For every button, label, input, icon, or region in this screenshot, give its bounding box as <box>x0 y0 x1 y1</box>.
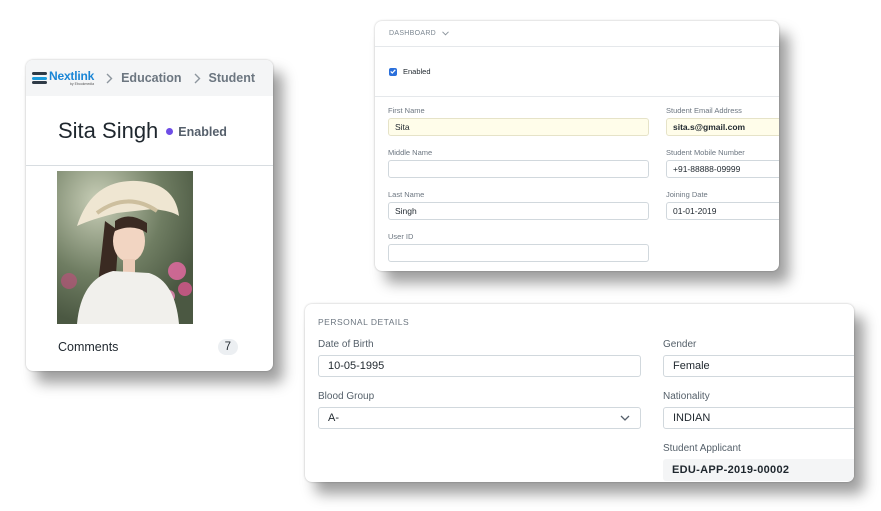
chevron-down-icon <box>442 31 449 36</box>
email-group: Student Email Address sita.s@gmail.com <box>666 106 779 136</box>
gender-group: Gender Female <box>663 339 854 377</box>
dob-value: 10-05-1995 <box>328 360 385 372</box>
email-field[interactable]: sita.s@gmail.com <box>666 118 779 136</box>
gender-select[interactable]: Female <box>663 355 854 377</box>
student-form-card: DASHBOARD Enabled First Name Sita Middle… <box>375 21 779 271</box>
blood-group-group: Blood Group A- <box>318 391 641 429</box>
personal-details-header: PERSONAL DETAILS <box>318 317 410 327</box>
joining-date-label: Joining Date <box>666 190 708 199</box>
last-name-group: Last Name Singh <box>388 190 649 220</box>
enabled-checkbox[interactable] <box>389 67 397 76</box>
applicant-group: Student Applicant EDU-APP-2019-00002 <box>663 443 854 481</box>
breadcrumb-student[interactable]: Student <box>209 71 256 85</box>
status-label: Enabled <box>178 124 227 139</box>
gender-value: Female <box>673 360 710 372</box>
app-logo[interactable]: Nextlink by Ebookmedia <box>32 70 94 87</box>
personal-details-card: PERSONAL DETAILS Date of Birth 10-05-199… <box>305 304 854 482</box>
dob-field[interactable]: 10-05-1995 <box>318 355 641 377</box>
first-name-field[interactable]: Sita <box>388 118 649 136</box>
enabled-row: Enabled <box>375 47 779 97</box>
logo-icon <box>32 72 47 84</box>
mobile-field[interactable]: +91-88888-09999 <box>666 160 779 178</box>
blood-group-select[interactable]: A- <box>318 407 641 429</box>
user-id-field[interactable] <box>388 244 649 262</box>
dashboard-section-header[interactable]: DASHBOARD <box>375 21 779 47</box>
nationality-field[interactable]: INDIAN <box>663 407 854 429</box>
blood-group-value: A- <box>328 412 339 424</box>
chevron-down-icon <box>620 412 630 424</box>
middle-name-label: Middle Name <box>388 148 433 157</box>
logo-name: Nextlink <box>49 68 95 83</box>
nationality-group: Nationality INDIAN <box>663 391 854 429</box>
student-photo[interactable] <box>57 171 193 324</box>
dashboard-section-label: DASHBOARD <box>389 30 437 37</box>
joining-date-field[interactable]: 01-01-2019 <box>666 202 779 220</box>
email-label: Student Email Address <box>666 106 742 115</box>
status-badge: Enabled <box>166 125 227 139</box>
dob-label: Date of Birth <box>318 339 374 350</box>
page-title-row: Sita Singh Enabled <box>26 96 273 166</box>
applicant-label: Student Applicant <box>663 443 741 454</box>
last-name-field[interactable]: Singh <box>388 202 649 220</box>
joining-date-group: Joining Date 01-01-2019 <box>666 190 779 220</box>
top-navbar: Nextlink by Ebookmedia Education Student <box>26 60 273 96</box>
enabled-label: Enabled <box>403 67 431 76</box>
first-name-group: First Name Sita <box>388 106 649 136</box>
nationality-label: Nationality <box>663 391 710 402</box>
chevron-right-icon <box>106 73 113 84</box>
check-icon <box>390 69 396 74</box>
comments-count-badge: 7 <box>217 339 238 355</box>
status-dot-icon <box>166 128 174 135</box>
user-id-label: User ID <box>388 232 414 241</box>
breadcrumb-education[interactable]: Education <box>121 71 181 85</box>
middle-name-field[interactable] <box>388 160 649 178</box>
applicant-link[interactable]: EDU-APP-2019-00002 <box>663 459 854 481</box>
chevron-right-icon <box>194 73 201 84</box>
mobile-label: Student Mobile Number <box>666 148 745 157</box>
comments-link[interactable]: Comments 7 <box>58 339 238 355</box>
nationality-value: INDIAN <box>673 412 711 424</box>
mobile-group: Student Mobile Number +91-88888-09999 <box>666 148 779 178</box>
comments-label: Comments <box>58 340 119 354</box>
first-name-label: First Name <box>388 106 425 115</box>
page-title: Sita Singh <box>58 117 159 143</box>
logo-tagline: by Ebookmedia <box>69 81 95 86</box>
user-id-group: User ID <box>388 232 649 262</box>
blood-group-label: Blood Group <box>318 391 375 402</box>
last-name-label: Last Name <box>388 190 425 199</box>
student-summary-card: Nextlink by Ebookmedia Education Student… <box>26 60 273 371</box>
gender-label: Gender <box>663 339 697 350</box>
applicant-value: EDU-APP-2019-00002 <box>672 464 790 476</box>
dob-group: Date of Birth 10-05-1995 <box>318 339 641 377</box>
middle-name-group: Middle Name <box>388 148 649 178</box>
